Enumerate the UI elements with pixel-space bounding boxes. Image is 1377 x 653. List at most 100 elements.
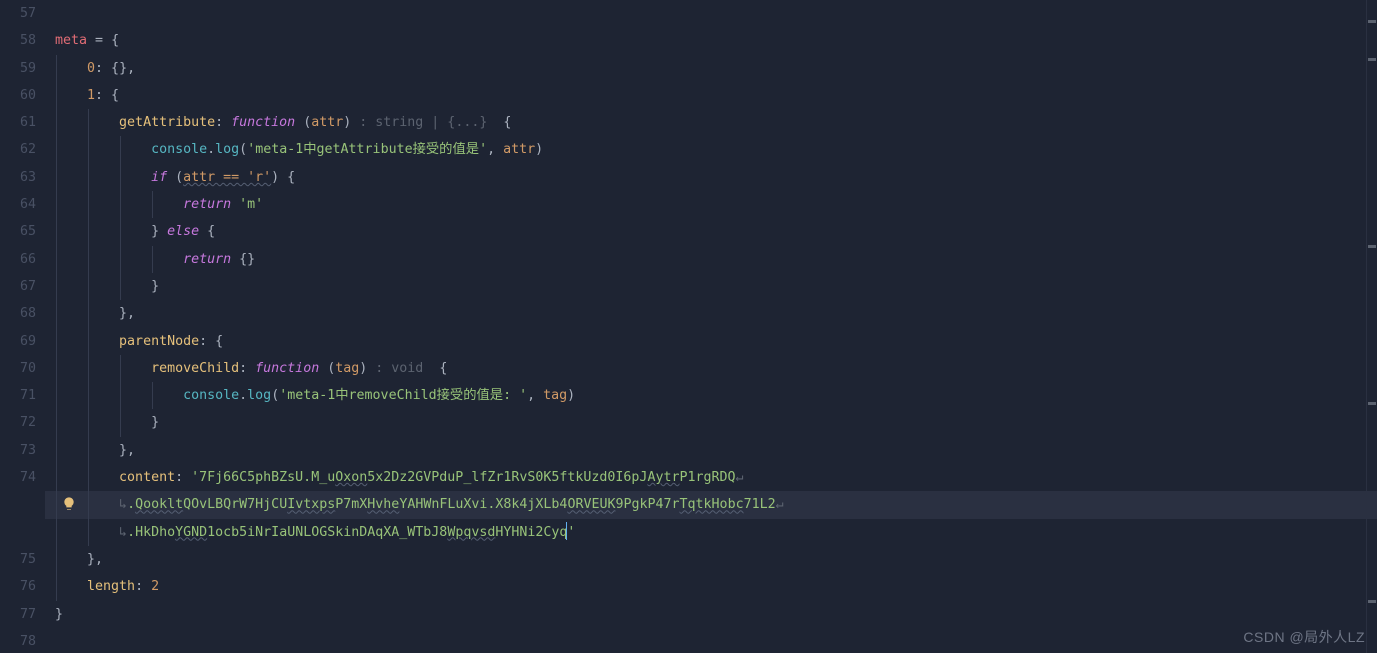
code-token: 1 — [87, 88, 95, 103]
code-token: ( — [295, 115, 311, 130]
indent-guide — [88, 300, 89, 327]
code-token: Hvhe — [367, 497, 399, 512]
indent-guide — [56, 273, 57, 300]
indent-guide — [56, 82, 57, 109]
code-line[interactable]: parentNode: { — [45, 328, 1377, 355]
code-token: ( — [239, 142, 247, 157]
code-token: attr — [311, 115, 343, 130]
indent-guide — [56, 55, 57, 82]
code-token: ) — [343, 115, 359, 130]
scrollbar-mark[interactable] — [1368, 20, 1376, 23]
code-token: YGND — [175, 525, 207, 540]
code-line[interactable]: if (attr == 'r') { — [45, 164, 1377, 191]
scrollbar-mark[interactable] — [1368, 245, 1376, 248]
code-token: .HkDho — [127, 525, 175, 540]
code-line[interactable]: 1: { — [45, 82, 1377, 109]
indent-guide — [88, 409, 89, 436]
code-editor[interactable]: 5758596061626364656667686970717273747576… — [0, 0, 1377, 653]
code-token: } — [151, 415, 159, 430]
indent-guide — [120, 409, 121, 436]
indent-guide — [88, 491, 89, 518]
code-token: 1ocb5iNrIaUNLOGSkinDAqXA_WTbJ8 — [207, 525, 447, 540]
code-line[interactable]: } — [45, 601, 1377, 628]
code-token: Oxon — [335, 470, 367, 485]
indent-guide — [152, 191, 153, 218]
indent-guide — [88, 464, 89, 491]
code-token: log — [215, 142, 239, 157]
indent-guide — [152, 246, 153, 273]
code-token: {} — [231, 252, 255, 267]
line-number: 73 — [0, 437, 36, 464]
code-line[interactable]: } — [45, 409, 1377, 436]
code-line[interactable]: }, — [45, 546, 1377, 573]
scrollbar-mark[interactable] — [1368, 402, 1376, 405]
code-token: YAHWnFLuXvi.X8k4jXLb4 — [399, 497, 567, 512]
code-token: ( — [271, 388, 279, 403]
code-token: }, — [87, 552, 103, 567]
line-number: 69 — [0, 328, 36, 355]
code-token: ) — [535, 142, 543, 157]
indent-guide — [88, 328, 89, 355]
code-line[interactable]: console.log('meta-1中getAttribute接受的值是', … — [45, 136, 1377, 163]
code-token: ' — [567, 525, 575, 540]
code-token: Wpqvsd — [447, 525, 495, 540]
code-line[interactable]: return {} — [45, 246, 1377, 273]
code-token: QOvLBQrW7HjCU — [183, 497, 287, 512]
line-number: 61 — [0, 109, 36, 136]
code-token: attr — [503, 142, 535, 157]
code-token: . — [207, 142, 215, 157]
code-line[interactable]: content: '7Fj66C5phBZsU.M_uOxon5x2Dz2GVP… — [45, 464, 1377, 491]
code-line[interactable]: removeChild: function (tag) : void { — [45, 355, 1377, 382]
code-area[interactable]: meta = { 0: {}, 1: { getAttribute: funct… — [45, 0, 1377, 653]
code-line[interactable]: } else { — [45, 218, 1377, 245]
code-line[interactable]: }, — [45, 300, 1377, 327]
code-token: getAttribute — [119, 115, 215, 130]
code-line[interactable] — [45, 628, 1377, 653]
code-line[interactable]: getAttribute: function (attr) : string |… — [45, 109, 1377, 136]
code-token: log — [247, 388, 271, 403]
indent-guide — [56, 218, 57, 245]
code-token: 'meta-1中getAttribute接受的值是' — [247, 142, 487, 157]
line-number: 65 — [0, 218, 36, 245]
code-token: : { — [199, 334, 223, 349]
line-number: 58 — [0, 27, 36, 54]
code-line[interactable]: meta = { — [45, 27, 1377, 54]
line-number: 62 — [0, 136, 36, 163]
code-token: Aytr — [647, 470, 679, 485]
indent-guide — [88, 355, 89, 382]
intention-bulb-icon[interactable] — [60, 495, 78, 513]
code-line[interactable]: return 'm' — [45, 191, 1377, 218]
line-number: 60 — [0, 82, 36, 109]
scrollbar-mark[interactable] — [1368, 600, 1376, 603]
indent-guide — [120, 382, 121, 409]
code-token: { — [111, 33, 119, 48]
code-line[interactable]: ↳.HkDhoYGND1ocb5iNrIaUNLOGSkinDAqXA_WTbJ… — [45, 519, 1377, 546]
code-line[interactable]: 0: {}, — [45, 55, 1377, 82]
indent-guide — [56, 437, 57, 464]
code-token: : — [215, 115, 231, 130]
line-number-gutter: 5758596061626364656667686970717273747576… — [0, 0, 45, 653]
code-token: ↵ — [736, 470, 744, 485]
indent-guide — [56, 191, 57, 218]
scrollbar[interactable] — [1366, 0, 1377, 653]
line-number: 72 — [0, 409, 36, 436]
code-token: 0 — [87, 61, 95, 76]
code-line[interactable] — [45, 0, 1377, 27]
code-token: attr == 'r' — [183, 170, 271, 185]
code-token: console — [183, 388, 239, 403]
line-number — [0, 519, 36, 546]
code-token: } — [151, 224, 167, 239]
code-token: : — [239, 361, 255, 376]
code-line[interactable]: }, — [45, 437, 1377, 464]
indent-guide — [120, 355, 121, 382]
code-line[interactable]: length: 2 — [45, 573, 1377, 600]
code-line[interactable]: ↳.QookltQOvLBQrW7HjCUIvtxpsP7mXHvheYAHWn… — [45, 491, 1377, 518]
code-line[interactable]: console.log('meta-1中removeChild接受的值是: ',… — [45, 382, 1377, 409]
indent-guide — [56, 519, 57, 546]
line-number: 77 — [0, 601, 36, 628]
indent-guide — [88, 382, 89, 409]
line-number: 70 — [0, 355, 36, 382]
scrollbar-mark[interactable] — [1368, 58, 1376, 61]
code-token: ) { — [271, 170, 295, 185]
code-line[interactable]: } — [45, 273, 1377, 300]
